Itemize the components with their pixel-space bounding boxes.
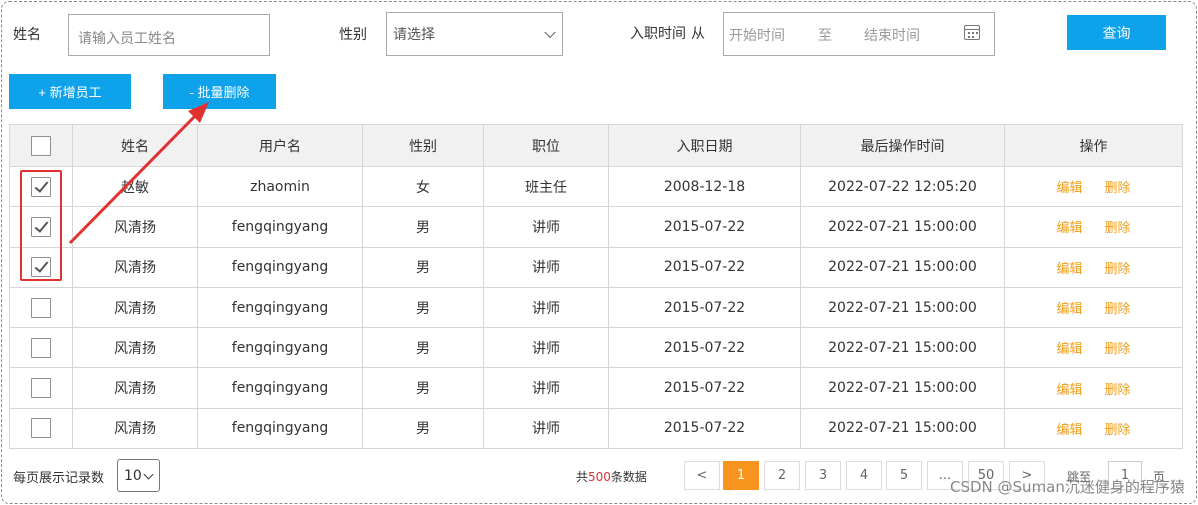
page-button-5[interactable]: 5: [886, 461, 922, 490]
page-button-2[interactable]: 2: [764, 461, 800, 490]
watermark: CSDN @Suman沉迷健身的程序猿: [950, 478, 1185, 496]
total-records: 共500条数据: [576, 468, 647, 485]
total-count: 500: [588, 470, 611, 484]
page-size-value: 10: [124, 467, 142, 484]
page-button-3[interactable]: 3: [805, 461, 841, 490]
annotation-arrow: [68, 102, 209, 245]
page-size-label: 每页展示记录数: [13, 471, 105, 486]
page-button-4[interactable]: 4: [846, 461, 882, 490]
total-prefix: 共: [576, 470, 589, 484]
total-suffix: 条数据: [610, 470, 647, 484]
chevron-down-icon: [143, 469, 154, 480]
prev-page-button[interactable]: <: [684, 461, 720, 490]
page-size-select[interactable]: 10: [117, 459, 160, 492]
page-button-1[interactable]: 1: [723, 461, 759, 490]
